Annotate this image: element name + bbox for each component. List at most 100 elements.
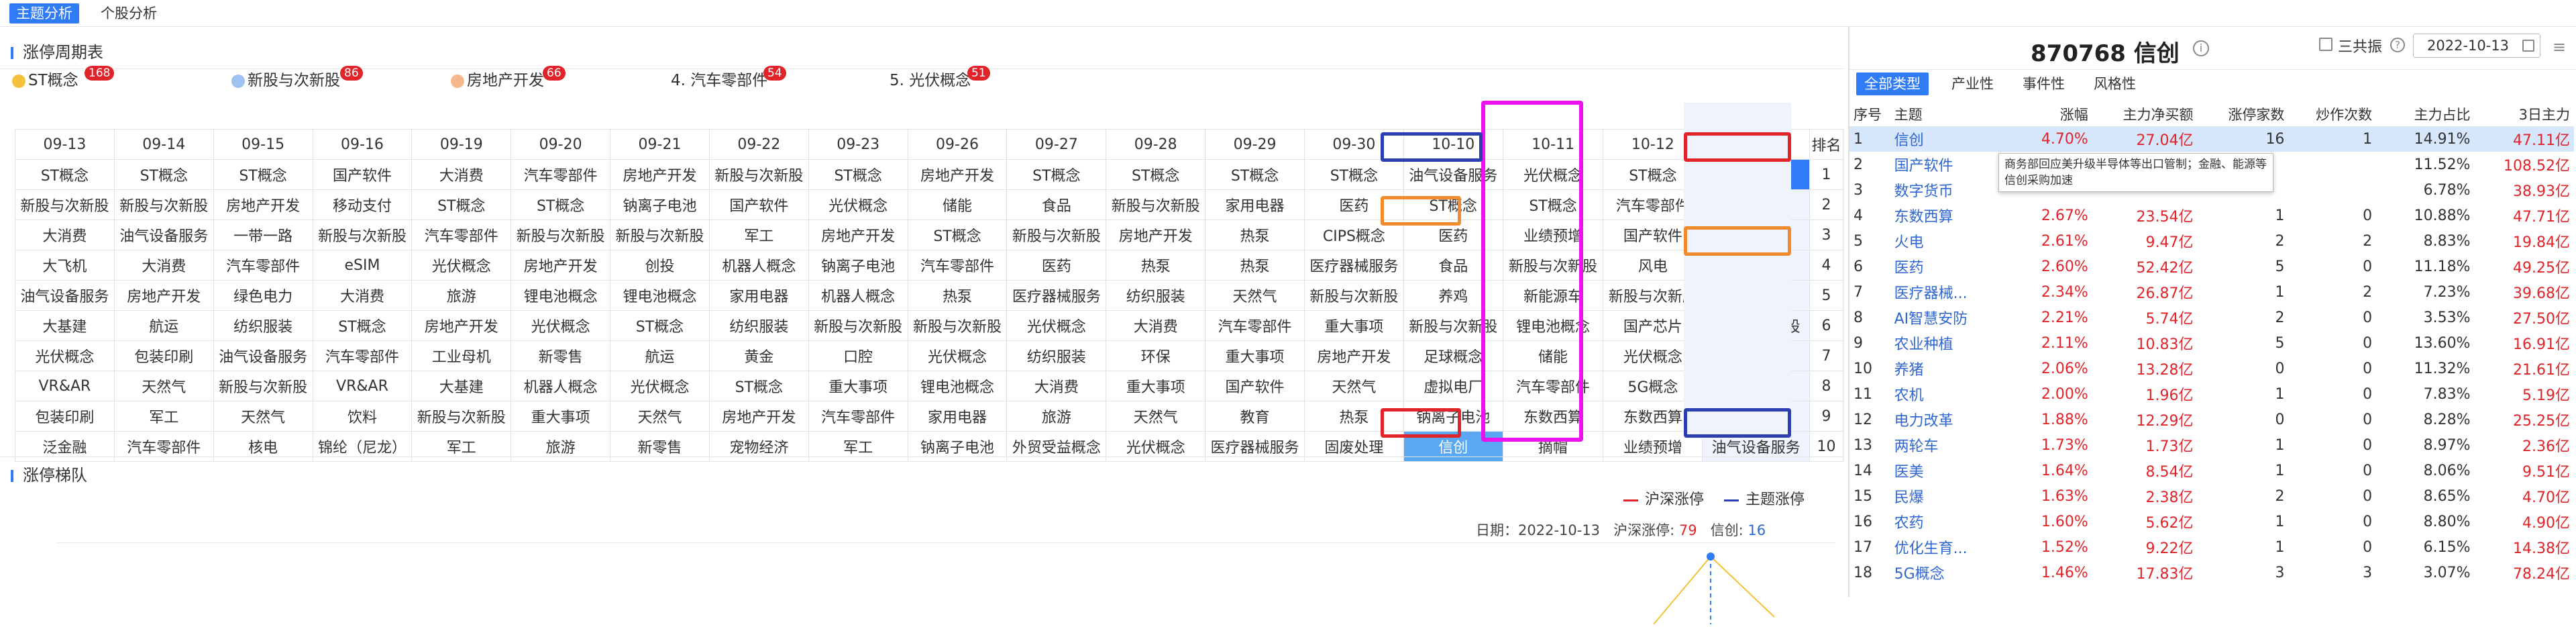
theme-cell[interactable]: 重大事项 xyxy=(1303,310,1404,341)
date-header[interactable]: 09-21 xyxy=(610,129,710,160)
theme-cell[interactable]: 大基建 xyxy=(411,371,512,401)
theme-cell[interactable]: 饮料 xyxy=(312,401,413,432)
theme-cell[interactable]: 汽车零部件 xyxy=(411,220,512,250)
theme-cell[interactable]: 房地产开发 xyxy=(411,310,512,341)
theme-cell[interactable]: ST概念 xyxy=(411,189,512,220)
theme-cell[interactable]: 新股与次新股 xyxy=(411,401,512,432)
tab-industrial[interactable]: 产业性 xyxy=(1943,73,2002,95)
theme-cell[interactable]: 新股与次新股 xyxy=(1502,250,1604,281)
date-header[interactable]: 09-19 xyxy=(411,129,512,160)
theme-cell[interactable]: 新股与次新股 xyxy=(708,159,809,190)
theme-cell[interactable]: 油气设备服务 xyxy=(213,340,313,371)
theme-cell[interactable]: 黄金 xyxy=(708,340,809,371)
theme-cell[interactable]: 房地产开发 xyxy=(1106,220,1206,250)
theme-cell[interactable]: 旅游 xyxy=(411,280,512,311)
theme-cell[interactable]: 光伏概念 xyxy=(1502,159,1604,190)
table-row[interactable]: 11 农机 2.00% 1.96亿 1 0 7.83% 5.19亿 xyxy=(1849,381,2574,407)
theme-cell[interactable]: CIPS概念 xyxy=(1303,220,1404,250)
theme-cell[interactable]: 汽车零部件 xyxy=(511,159,611,190)
tab-all-types[interactable]: 全部类型 xyxy=(1856,73,1929,95)
legend-item[interactable]: ST概念 168 xyxy=(12,66,115,94)
theme-cell[interactable]: 天然气 xyxy=(213,401,313,432)
theme-cell[interactable]: ST概念 xyxy=(15,159,115,190)
theme-cell[interactable]: 食品 xyxy=(1403,250,1503,281)
theme-cell[interactable]: ST概念 xyxy=(1205,159,1305,190)
theme-cell[interactable]: 大消费 xyxy=(411,159,512,190)
theme-link[interactable]: 两轮车 xyxy=(1890,432,2015,458)
theme-cell[interactable]: 光伏概念 xyxy=(610,371,710,401)
theme-cell[interactable]: 纺织服装 xyxy=(1106,280,1206,311)
theme-cell[interactable]: 光伏概念 xyxy=(511,310,611,341)
theme-cell[interactable]: 包装印刷 xyxy=(15,401,115,432)
theme-cell[interactable]: ST概念 xyxy=(113,159,214,190)
date-header[interactable]: 09-30 xyxy=(1303,129,1404,160)
theme-link[interactable]: 数字货币 xyxy=(1890,177,2015,203)
theme-cell[interactable]: 光伏概念 xyxy=(15,340,115,371)
theme-cell[interactable]: 养鸡 xyxy=(1403,280,1503,311)
date-header[interactable]: 09-13 xyxy=(15,129,115,160)
theme-cell[interactable]: 家用电器 xyxy=(1205,189,1305,220)
theme-cell[interactable]: 纺织服装 xyxy=(213,310,313,341)
theme-cell[interactable]: 汽车零部件 xyxy=(312,340,413,371)
theme-link[interactable]: 医疗器械... xyxy=(1890,279,2015,305)
date-header[interactable]: 09-14 xyxy=(113,129,214,160)
theme-cell[interactable]: 储能 xyxy=(1502,340,1604,371)
theme-cell[interactable]: 新股与次新股 xyxy=(312,220,413,250)
theme-cell[interactable]: 军工 xyxy=(113,401,214,432)
theme-cell[interactable]: 纺织服装 xyxy=(708,310,809,341)
theme-cell[interactable]: 新能源车 xyxy=(1502,280,1604,311)
theme-cell[interactable]: 新股与次新股 xyxy=(1303,280,1404,311)
date-header[interactable]: 09-20 xyxy=(511,129,611,160)
theme-cell[interactable]: 教育 xyxy=(1205,401,1305,432)
theme-cell[interactable]: 光伏概念 xyxy=(907,340,1008,371)
table-row[interactable]: 13 两轮车 1.73% 1.73亿 1 0 8.97% 2.36亿 xyxy=(1849,432,2574,458)
theme-cell[interactable]: 新股与次新股 xyxy=(610,220,710,250)
theme-link[interactable]: 5G概念 xyxy=(1890,560,2015,585)
theme-cell[interactable]: 大消费 xyxy=(15,220,115,250)
theme-cell[interactable]: ST概念 xyxy=(511,189,611,220)
theme-cell[interactable]: 新股与次新股 xyxy=(907,310,1008,341)
theme-cell[interactable]: 新股与次新股 xyxy=(113,189,214,220)
theme-link[interactable]: 农药 xyxy=(1890,509,2015,534)
theme-cell[interactable]: 钠离子电池 xyxy=(1403,401,1503,432)
theme-link[interactable]: 医药 xyxy=(1890,254,2015,279)
theme-cell[interactable]: 国产软件 xyxy=(708,189,809,220)
theme-cell[interactable]: 新零售 xyxy=(511,340,611,371)
resonance-checkbox[interactable] xyxy=(2319,38,2332,51)
theme-cell[interactable]: 储能 xyxy=(907,189,1008,220)
theme-cell[interactable]: 新股与次新股 xyxy=(1106,189,1206,220)
tab-theme-analysis[interactable]: 主题分析 xyxy=(9,3,79,23)
table-row[interactable]: 15 民爆 1.63% 2.38亿 2 0 8.65% 4.70亿 xyxy=(1849,483,2574,509)
theme-cell[interactable]: 光伏概念 xyxy=(411,250,512,281)
theme-cell[interactable]: 创投 xyxy=(610,250,710,281)
theme-cell[interactable]: 家用电器 xyxy=(907,401,1008,432)
table-row[interactable]: 4 东数西算 2.67% 23.54亿 1 0 10.88% 47.71亿 xyxy=(1849,203,2574,228)
theme-cell[interactable]: 热泵 xyxy=(1303,401,1404,432)
theme-cell[interactable]: 包装印刷 xyxy=(113,340,214,371)
date-header[interactable]: 09-23 xyxy=(808,129,908,160)
theme-link[interactable]: 民爆 xyxy=(1890,483,2015,509)
theme-link[interactable]: 信创 xyxy=(1890,126,2015,152)
date-header[interactable]: 09-29 xyxy=(1205,129,1305,160)
theme-cell[interactable]: 热泵 xyxy=(1106,250,1206,281)
theme-cell[interactable]: 天然气 xyxy=(1205,280,1305,311)
date-header[interactable]: 09-26 xyxy=(907,129,1008,160)
theme-cell[interactable]: 汽车零部件 xyxy=(1502,371,1604,401)
theme-cell[interactable]: 新股与次新股 xyxy=(808,310,908,341)
theme-cell[interactable]: 钠离子电池 xyxy=(808,250,908,281)
theme-cell[interactable]: 房地产开发 xyxy=(113,280,214,311)
theme-link[interactable]: 东数西算 xyxy=(1890,203,2015,228)
theme-cell[interactable]: 重大事项 xyxy=(808,371,908,401)
theme-cell[interactable]: 油气设备服务 xyxy=(1403,159,1503,190)
theme-cell[interactable]: 光伏概念 xyxy=(1006,310,1107,341)
theme-cell[interactable]: 重大事项 xyxy=(1106,371,1206,401)
theme-cell[interactable]: ST概念 xyxy=(1106,159,1206,190)
theme-cell[interactable]: 大飞机 xyxy=(15,250,115,281)
table-row[interactable]: 10 养猪 2.06% 13.28亿 0 0 11.32% 21.61亿 xyxy=(1849,356,2574,381)
theme-cell[interactable]: 大基建 xyxy=(15,310,115,341)
theme-cell[interactable]: 油气设备服务 xyxy=(15,280,115,311)
theme-cell[interactable]: 房地产开发 xyxy=(1303,340,1404,371)
theme-cell[interactable]: 国产软件 xyxy=(312,159,413,190)
table-row[interactable]: 7 医疗器械... 2.34% 26.87亿 1 2 7.23% 39.68亿 xyxy=(1849,279,2574,305)
theme-cell[interactable]: 热泵 xyxy=(1205,220,1305,250)
